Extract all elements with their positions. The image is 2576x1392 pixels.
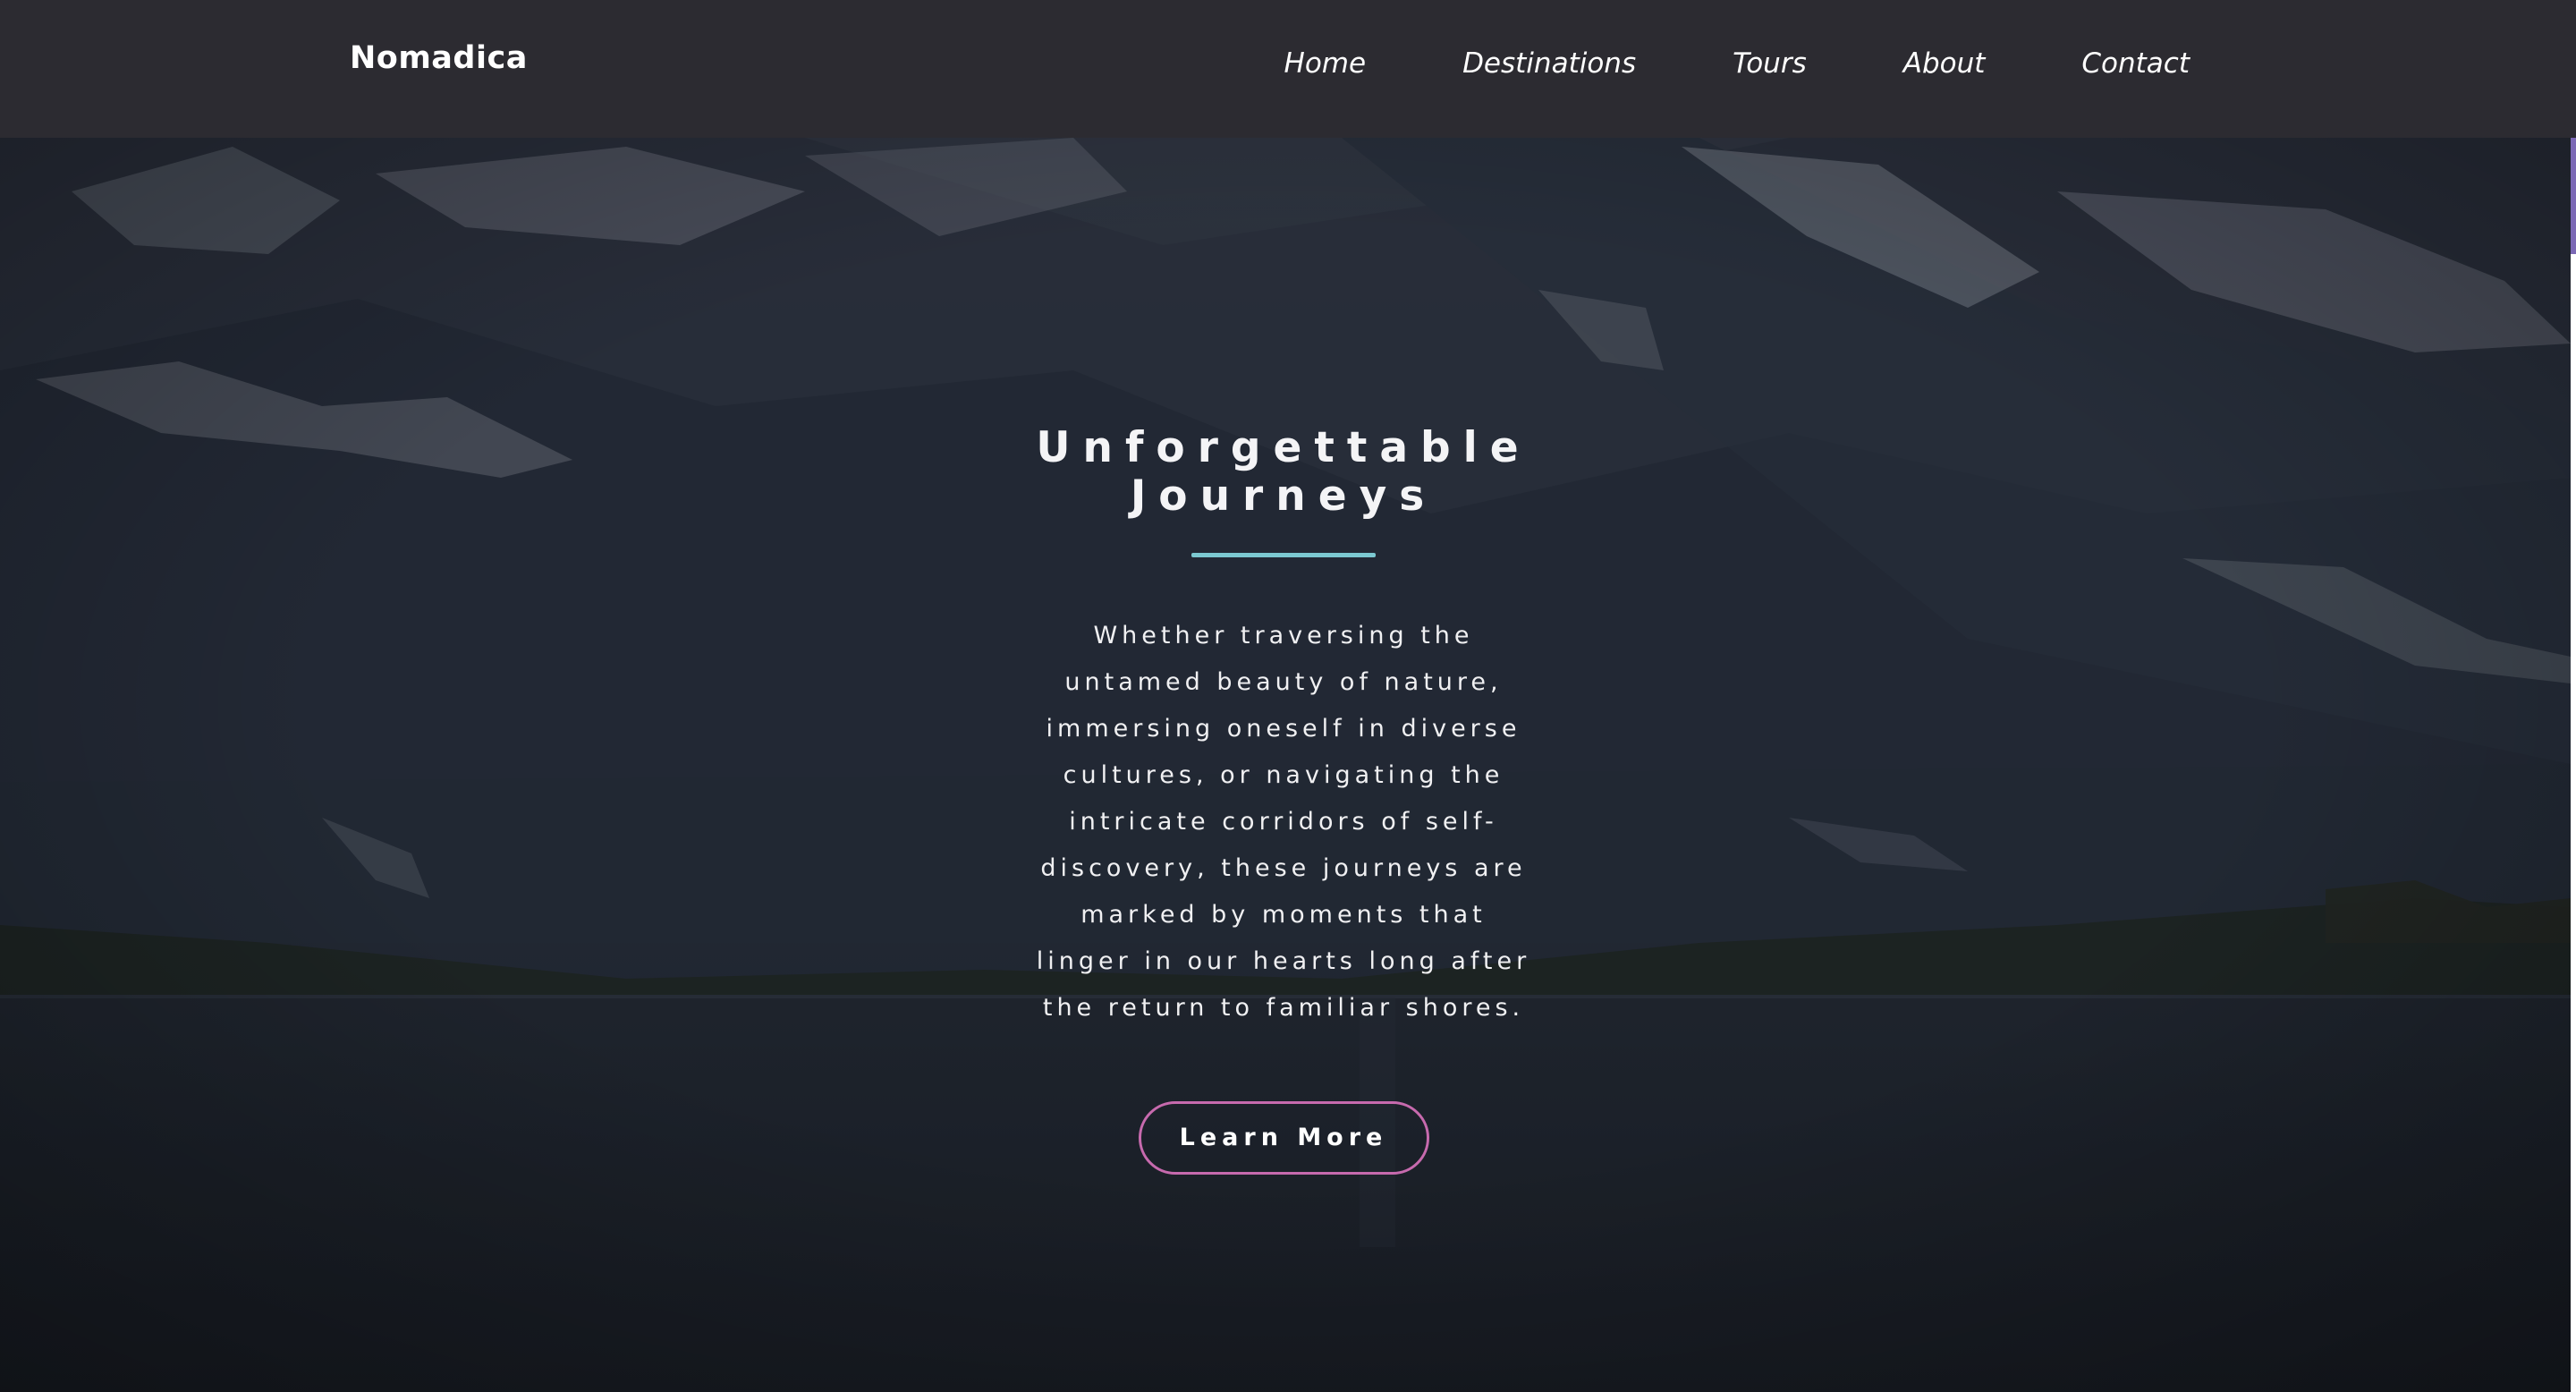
hero-divider <box>1191 553 1376 557</box>
hero-section: Unforgettable Journeys Whether traversin… <box>0 138 2571 1392</box>
scrollbar-track[interactable] <box>2571 138 2576 1392</box>
hero-paragraph: Whether traversing the untamed beauty of… <box>1036 622 1531 1022</box>
nav-link-tours[interactable]: Tours <box>1733 50 1807 78</box>
hero-title: Unforgettable Journeys <box>926 424 1641 521</box>
nav-links: Home Destinations Tours About Contact <box>1284 50 2190 78</box>
hero-title-line-2: Journeys <box>1130 471 1437 521</box>
hero-title-line-1: Unforgettable <box>1036 423 1531 472</box>
brand-logo[interactable]: Nomadica <box>350 43 528 74</box>
learn-more-button[interactable]: Learn More <box>1138 1101 1429 1175</box>
nav-link-about[interactable]: About <box>1903 50 1986 78</box>
nav-link-contact[interactable]: Contact <box>2081 50 2190 78</box>
page: Nomadica Home Destinations Tours About C… <box>0 0 2576 1392</box>
navbar: Nomadica Home Destinations Tours About C… <box>0 0 2576 138</box>
nav-link-home[interactable]: Home <box>1284 50 1367 78</box>
nav-link-destinations[interactable]: Destinations <box>1462 50 1636 78</box>
hero-content: Unforgettable Journeys Whether traversin… <box>926 424 1641 1175</box>
scrollbar-thumb[interactable] <box>2571 138 2576 254</box>
